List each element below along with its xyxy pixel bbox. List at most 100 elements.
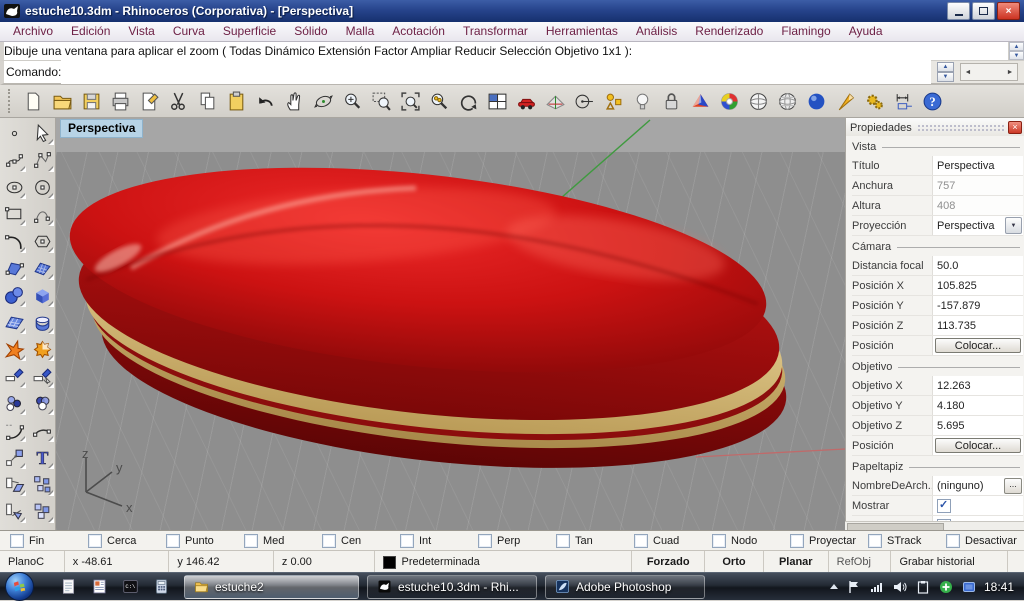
menu-ayuda[interactable]: Ayuda (840, 22, 892, 41)
posy-value[interactable]: -157.879 (932, 296, 1023, 315)
menu-archivo[interactable]: Archivo (4, 22, 62, 41)
menu-superficie[interactable]: Superficie (214, 22, 285, 41)
viewport-title[interactable]: Perspectiva (60, 119, 143, 138)
paste-icon[interactable] (223, 88, 250, 115)
objy-value[interactable]: 4.180 (932, 396, 1023, 415)
zoom-dynamic-icon[interactable] (339, 88, 366, 115)
proyectar-checkbox[interactable] (790, 534, 804, 548)
osnap-perp[interactable]: Perp (478, 534, 556, 548)
help-icon[interactable]: ? (919, 88, 946, 115)
volume-icon[interactable] (893, 580, 907, 594)
cut-icon[interactable] (165, 88, 192, 115)
start-button[interactable] (5, 572, 34, 601)
rectangle-icon[interactable] (2, 202, 27, 227)
network-icon[interactable] (870, 580, 884, 594)
action-center-flag-icon[interactable] (847, 580, 861, 594)
notepad-icon[interactable] (60, 578, 77, 595)
mesh-plane-icon[interactable] (2, 310, 27, 335)
menu-flamingo[interactable]: Flamingo (772, 22, 839, 41)
osnap-punto[interactable]: Punto (166, 534, 244, 548)
med-checkbox[interactable] (244, 534, 258, 548)
sphere-icon[interactable] (2, 283, 27, 308)
cplane-icon[interactable] (542, 88, 569, 115)
toggle-orto[interactable]: Orto (705, 551, 764, 573)
show-hidden-icons[interactable] (830, 584, 838, 589)
panel-close-icon[interactable]: × (1008, 121, 1022, 134)
paint-flag-icon[interactable] (832, 88, 859, 115)
polygon-icon[interactable] (30, 229, 55, 254)
command-input[interactable] (61, 60, 931, 84)
int-checkbox[interactable] (400, 534, 414, 548)
menu-curva[interactable]: Curva (164, 22, 214, 41)
conic-icon[interactable] (30, 202, 55, 227)
dropdown-arrow-icon[interactable]: ▼ (1005, 217, 1022, 234)
osnap-proyectar[interactable]: Proyectar (790, 534, 868, 548)
osnap-int[interactable]: Int (400, 534, 478, 548)
rotate-view-icon[interactable] (310, 88, 337, 115)
move-car-icon[interactable] (513, 88, 540, 115)
surface-from-grid-icon[interactable] (30, 256, 55, 281)
cerca-checkbox[interactable] (88, 534, 102, 548)
perspective-viewport[interactable]: Perspectiva z y x (56, 118, 845, 530)
toolbar-grip[interactable] (8, 89, 14, 113)
menu-malla[interactable]: Malla (337, 22, 384, 41)
tan-checkbox[interactable] (556, 534, 570, 548)
punto-checkbox[interactable] (166, 534, 180, 548)
desactivar-checkbox[interactable] (946, 534, 960, 548)
restore-button[interactable] (972, 2, 995, 20)
point-icon[interactable] (2, 121, 27, 146)
properties-header[interactable]: Propiedades × (846, 118, 1024, 136)
layer-color-swatch[interactable] (383, 556, 396, 569)
command-history-scrollbar[interactable]: ▲▼ (1008, 42, 1024, 60)
menu-renderizado[interactable]: Renderizado (686, 22, 772, 41)
new-file-icon[interactable] (20, 88, 47, 115)
revolve-icon[interactable] (30, 310, 55, 335)
osnap-cuad[interactable]: Cuad (634, 534, 712, 548)
antivirus-icon[interactable] (939, 580, 953, 594)
nombre-archivo-value[interactable]: (ninguno) ... (932, 476, 1023, 495)
scale-icon[interactable] (2, 445, 27, 470)
explode-icon[interactable] (2, 337, 27, 362)
browse-file-button[interactable]: ... (1004, 478, 1022, 494)
trim-icon[interactable] (2, 364, 27, 389)
circle-diameter-icon[interactable] (571, 88, 598, 115)
toggle-forzado[interactable]: Forzado (632, 551, 705, 573)
pan-icon[interactable] (281, 88, 308, 115)
boolean-circles-icon[interactable] (30, 391, 55, 416)
undo-view-change-icon[interactable] (455, 88, 482, 115)
shaded-sphere-icon[interactable] (745, 88, 772, 115)
circle-icon[interactable] (30, 175, 55, 200)
group-objects-icon[interactable] (600, 88, 627, 115)
viewport-layout-icon[interactable] (484, 88, 511, 115)
save-icon[interactable] (78, 88, 105, 115)
osnap-cerca[interactable]: Cerca (88, 534, 166, 548)
print-icon[interactable] (107, 88, 134, 115)
render-mesh-sphere-icon[interactable] (774, 88, 801, 115)
zoom-extents-icon[interactable] (397, 88, 424, 115)
posz-value[interactable]: 113.735 (932, 316, 1023, 335)
cplane-button[interactable]: PlanoC (0, 551, 65, 573)
arc-icon[interactable] (2, 229, 27, 254)
menu-herramientas[interactable]: Herramientas (537, 22, 627, 41)
ellipse-icon[interactable] (2, 175, 27, 200)
taskbar-clock[interactable]: 18:41 (984, 580, 1014, 594)
command-prompt-icon[interactable]: C:\ (122, 578, 139, 595)
osnap-strack[interactable]: STrack (868, 534, 946, 548)
menu-vista[interactable]: Vista (119, 22, 163, 41)
open-file-icon[interactable] (49, 88, 76, 115)
colocar-objetivo-button[interactable]: Colocar... (935, 438, 1021, 453)
toggle-planar[interactable]: Planar (764, 551, 829, 573)
osnap-nodo[interactable]: Nodo (712, 534, 790, 548)
close-button[interactable]: × (997, 2, 1020, 20)
posx-value[interactable]: 105.825 (932, 276, 1023, 295)
taskbar-button-estuche2[interactable]: estuche2 (184, 575, 359, 599)
cuad-checkbox[interactable] (634, 534, 648, 548)
menu-acotacion[interactable]: Acotación (383, 22, 454, 41)
copy-icon[interactable] (194, 88, 221, 115)
objz-value[interactable]: 5.695 (932, 416, 1023, 435)
lock-icon[interactable] (658, 88, 685, 115)
join-circles-icon[interactable] (2, 391, 27, 416)
proyeccion-select[interactable]: Perspectiva ▼ (932, 216, 1023, 235)
dimension-icon[interactable] (890, 88, 917, 115)
zoom-selected-icon[interactable] (426, 88, 453, 115)
